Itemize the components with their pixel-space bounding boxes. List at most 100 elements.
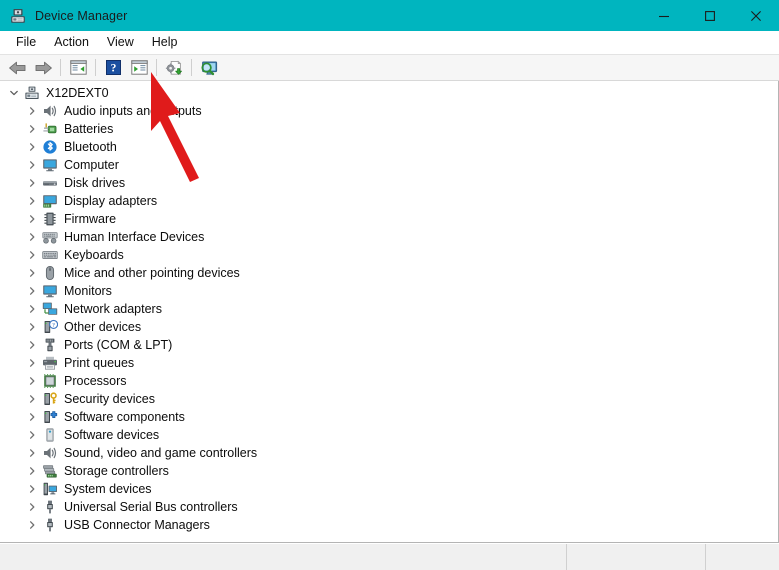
tree-item-sound-video-and-game-controllers[interactable]: Sound, video and game controllers <box>0 444 778 462</box>
chevron-right-icon[interactable] <box>24 229 40 245</box>
menu-file[interactable]: File <box>7 33 45 52</box>
security-key-icon <box>42 391 58 407</box>
tree-item-human-interface-devices[interactable]: Human Interface Devices <box>0 228 778 246</box>
tree-item-universal-serial-bus-controllers[interactable]: Universal Serial Bus controllers <box>0 498 778 516</box>
device-tree[interactable]: X12DEXT0 Audio inputs and outputs Batter… <box>0 81 779 543</box>
minimize-button[interactable] <box>641 0 687 31</box>
menu-bar: File Action View Help <box>0 31 779 55</box>
disk-drive-icon <box>42 175 58 191</box>
show-hide-console-tree-button[interactable] <box>66 57 90 79</box>
tree-item-label: Audio inputs and outputs <box>64 104 202 118</box>
maximize-button[interactable] <box>687 0 733 31</box>
firmware-chip-icon <box>42 211 58 227</box>
keyboard-icon <box>42 247 58 263</box>
tree-item-firmware[interactable]: Firmware <box>0 210 778 228</box>
usb-icon <box>42 499 58 515</box>
scan-hardware-changes-button[interactable] <box>197 57 221 79</box>
scan-hardware-icon <box>200 60 219 76</box>
chevron-right-icon[interactable] <box>24 445 40 461</box>
forward-button[interactable] <box>31 57 55 79</box>
tree-item-label: Print queues <box>64 356 135 370</box>
chevron-right-icon[interactable] <box>24 139 40 155</box>
tree-item-processors[interactable]: Processors <box>0 372 778 390</box>
chevron-right-icon[interactable] <box>24 193 40 209</box>
storage-controller-icon <box>42 463 58 479</box>
tree-item-audio-inputs-and-outputs[interactable]: Audio inputs and outputs <box>0 102 778 120</box>
tree-item-label: Universal Serial Bus controllers <box>64 500 238 514</box>
tree-item-label: Human Interface Devices <box>64 230 205 244</box>
chevron-right-icon[interactable] <box>24 319 40 335</box>
tree-item-print-queues[interactable]: Print queues <box>0 354 778 372</box>
toolbar: ? <box>0 55 779 81</box>
tree-item-batteries[interactable]: Batteries <box>0 120 778 138</box>
menu-view[interactable]: View <box>98 33 143 52</box>
tree-item-label: Storage controllers <box>64 464 169 478</box>
tree-item-system-devices[interactable]: System devices <box>0 480 778 498</box>
tree-item-ports-com-and-lpt[interactable]: Ports (COM & LPT) <box>0 336 778 354</box>
tree-item-mice-and-other-pointing-devices[interactable]: Mice and other pointing devices <box>0 264 778 282</box>
tree-item-label: Batteries <box>64 122 114 136</box>
tree-item-software-components[interactable]: Software components <box>0 408 778 426</box>
tree-item-label: Sound, video and game controllers <box>64 446 258 460</box>
chevron-right-icon[interactable] <box>24 121 40 137</box>
svg-text:?: ? <box>110 63 116 75</box>
chevron-right-icon[interactable] <box>24 283 40 299</box>
chevron-right-icon[interactable] <box>24 463 40 479</box>
tree-item-security-devices[interactable]: Security devices <box>0 390 778 408</box>
chevron-right-icon[interactable] <box>24 427 40 443</box>
chevron-right-icon[interactable] <box>24 157 40 173</box>
tree-root-node[interactable]: X12DEXT0 <box>0 84 778 102</box>
toolbar-separator-2 <box>95 59 96 76</box>
device-manager-window: Device Manager File Action View Help ? X… <box>0 0 779 570</box>
chevron-right-icon[interactable] <box>24 409 40 425</box>
properties-button[interactable] <box>127 57 151 79</box>
chevron-right-icon[interactable] <box>24 265 40 281</box>
computer-device-icon <box>24 85 40 101</box>
software-component-icon <box>42 409 58 425</box>
tree-item-other-devices[interactable]: ? Other devices <box>0 318 778 336</box>
chevron-right-icon[interactable] <box>24 247 40 263</box>
chevron-right-icon[interactable] <box>24 499 40 515</box>
chevron-right-icon[interactable] <box>24 211 40 227</box>
console-tree-icon <box>69 60 87 75</box>
chevron-right-icon[interactable] <box>24 481 40 497</box>
tree-item-software-devices[interactable]: Software devices <box>0 426 778 444</box>
chevron-right-icon[interactable] <box>24 175 40 191</box>
other-device-icon: ? <box>42 319 58 335</box>
tree-item-usb-connector-managers[interactable]: USB Connector Managers <box>0 516 778 534</box>
update-driver-icon <box>165 60 183 76</box>
tree-item-monitors[interactable]: Monitors <box>0 282 778 300</box>
status-pane-main <box>0 544 567 570</box>
chevron-right-icon[interactable] <box>24 391 40 407</box>
tree-item-label: Mice and other pointing devices <box>64 266 240 280</box>
close-button[interactable] <box>733 0 779 31</box>
tree-item-label: Firmware <box>64 212 117 226</box>
update-driver-button[interactable] <box>162 57 186 79</box>
chevron-right-icon[interactable] <box>24 301 40 317</box>
tree-item-storage-controllers[interactable]: Storage controllers <box>0 462 778 480</box>
chevron-right-icon[interactable] <box>24 373 40 389</box>
window-controls <box>641 0 779 31</box>
chevron-right-icon[interactable] <box>24 355 40 371</box>
hid-keyboard-icon <box>42 229 58 245</box>
help-button[interactable]: ? <box>101 57 125 79</box>
menu-help[interactable]: Help <box>143 33 187 52</box>
chevron-right-icon[interactable] <box>24 517 40 533</box>
tree-item-network-adapters[interactable]: Network adapters <box>0 300 778 318</box>
tree-item-keyboards[interactable]: Keyboards <box>0 246 778 264</box>
window-title: Device Manager <box>35 8 128 23</box>
tree-item-label: Security devices <box>64 392 156 406</box>
tree-item-label: Disk drives <box>64 176 126 190</box>
tree-item-bluetooth[interactable]: Bluetooth <box>0 138 778 156</box>
help-question-icon: ? <box>105 60 121 75</box>
toolbar-separator-4 <box>191 59 192 76</box>
tree-item-display-adapters[interactable]: Display adapters <box>0 192 778 210</box>
menu-action[interactable]: Action <box>45 33 98 52</box>
tree-item-label: Software devices <box>64 428 160 442</box>
chevron-down-icon[interactable] <box>6 85 22 101</box>
tree-item-disk-drives[interactable]: Disk drives <box>0 174 778 192</box>
chevron-right-icon[interactable] <box>24 103 40 119</box>
back-button[interactable] <box>5 57 29 79</box>
tree-item-computer[interactable]: Computer <box>0 156 778 174</box>
chevron-right-icon[interactable] <box>24 337 40 353</box>
